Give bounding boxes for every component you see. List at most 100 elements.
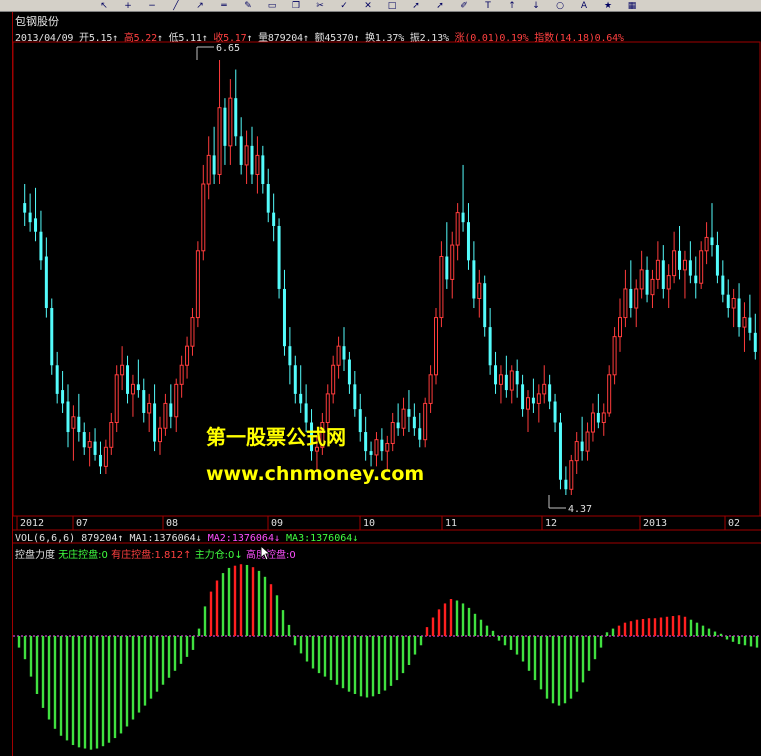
histogram-bar — [125, 636, 129, 727]
histogram-bar — [617, 625, 621, 636]
candle-body — [353, 384, 357, 410]
histogram-bar — [359, 636, 363, 697]
vol-name: VOL(6,6,6) — [15, 533, 76, 544]
time-axis-label: 07 — [76, 518, 89, 529]
histogram-bar — [383, 636, 387, 691]
candle-body — [342, 346, 346, 360]
candle-body — [288, 346, 292, 366]
candle-body — [87, 441, 92, 448]
candle-body — [526, 397, 530, 410]
candle-body — [607, 374, 612, 414]
candle-body — [721, 275, 725, 295]
candle-body — [418, 428, 422, 440]
candle-body — [82, 432, 86, 448]
histogram-bar — [587, 636, 591, 671]
histogram-bar — [707, 628, 711, 636]
candle-body — [179, 364, 184, 385]
candle-body — [261, 155, 265, 185]
candle-body — [77, 416, 81, 433]
histogram-bar — [299, 636, 303, 654]
histogram-bar — [623, 622, 627, 636]
candle-body — [580, 441, 584, 452]
candle-body — [639, 269, 644, 290]
candle-body — [596, 412, 600, 423]
candle-body — [737, 298, 741, 328]
histogram-bar — [221, 573, 225, 636]
kline-chart[interactable]: 6.65 4.37 — [0, 0, 761, 756]
histogram-bar — [161, 636, 165, 685]
candle-body — [380, 439, 384, 452]
candle-body — [98, 454, 102, 467]
histogram-bar — [107, 636, 111, 743]
candle-body — [304, 403, 308, 423]
histogram-bar — [353, 636, 357, 694]
histogram-bar — [683, 616, 687, 636]
candle-body — [347, 359, 351, 385]
histogram-bar — [665, 616, 669, 636]
candle-body — [612, 336, 617, 376]
candle-body — [488, 327, 492, 366]
histogram-bar — [53, 636, 57, 729]
candle-body — [477, 282, 482, 299]
histogram-bar — [431, 617, 435, 636]
candle-body — [130, 383, 135, 395]
candles — [23, 60, 757, 495]
histogram-bar — [413, 636, 417, 655]
candle-body — [439, 256, 444, 319]
candle-body — [661, 260, 665, 289]
candle-body — [569, 460, 574, 490]
histogram-bar — [599, 636, 603, 648]
histogram-bar — [293, 636, 297, 646]
histogram-bar — [539, 636, 543, 690]
vol-ma2: MA2:1376064 — [207, 533, 274, 544]
histogram-bar — [23, 636, 27, 660]
histogram-bar — [71, 636, 75, 746]
candle-body — [574, 441, 579, 462]
time-axis-label: 02 — [728, 518, 741, 529]
histogram-bar — [101, 636, 105, 747]
ma3-down-arrow: ↓ — [352, 533, 359, 544]
candle-body — [71, 416, 76, 429]
candle-body — [483, 283, 487, 328]
histogram-bar — [197, 628, 201, 636]
candle-body — [655, 259, 660, 280]
candle-body — [715, 245, 719, 276]
histogram-bar — [689, 619, 693, 636]
candle-body — [645, 269, 649, 295]
vol-ma1: MA1:1376064 — [129, 533, 196, 544]
candle-body — [255, 154, 260, 175]
histogram-bar — [635, 619, 639, 636]
candle-body — [39, 231, 43, 261]
histogram-bar — [719, 633, 723, 636]
time-axis-label: 2013 — [643, 518, 668, 529]
histogram-bar — [281, 610, 285, 636]
candle-body — [126, 365, 130, 394]
candle-body — [634, 288, 639, 309]
histogram-bar — [29, 636, 33, 677]
histogram-bar — [167, 636, 171, 678]
histogram-bar — [59, 636, 63, 736]
vol-up-arrow: ↑ — [117, 533, 124, 544]
candle-body — [450, 244, 455, 280]
candle-body — [666, 275, 671, 290]
histogram-bar — [155, 636, 159, 692]
ma2-down-arrow: ↓ — [273, 533, 280, 544]
histogram-bar — [437, 609, 441, 636]
candle-body — [423, 402, 428, 441]
histogram-bar — [269, 584, 273, 636]
indicator-name: 控盘力度 — [15, 550, 55, 561]
histogram-bar — [341, 636, 345, 689]
histogram-bar — [671, 616, 675, 636]
histogram-bar — [239, 564, 243, 636]
histogram-bar — [737, 636, 741, 645]
candle-body — [374, 439, 379, 456]
candle-body — [412, 416, 416, 429]
histogram-bar — [191, 636, 195, 650]
histogram-bar — [407, 636, 411, 665]
histogram-bar — [233, 565, 237, 636]
candle-body — [147, 402, 152, 414]
candle-body — [364, 432, 368, 452]
histogram-bar — [329, 636, 333, 681]
vol-ma3: MA3:1376064 — [286, 533, 353, 544]
time-axis-label: 11 — [445, 518, 458, 529]
